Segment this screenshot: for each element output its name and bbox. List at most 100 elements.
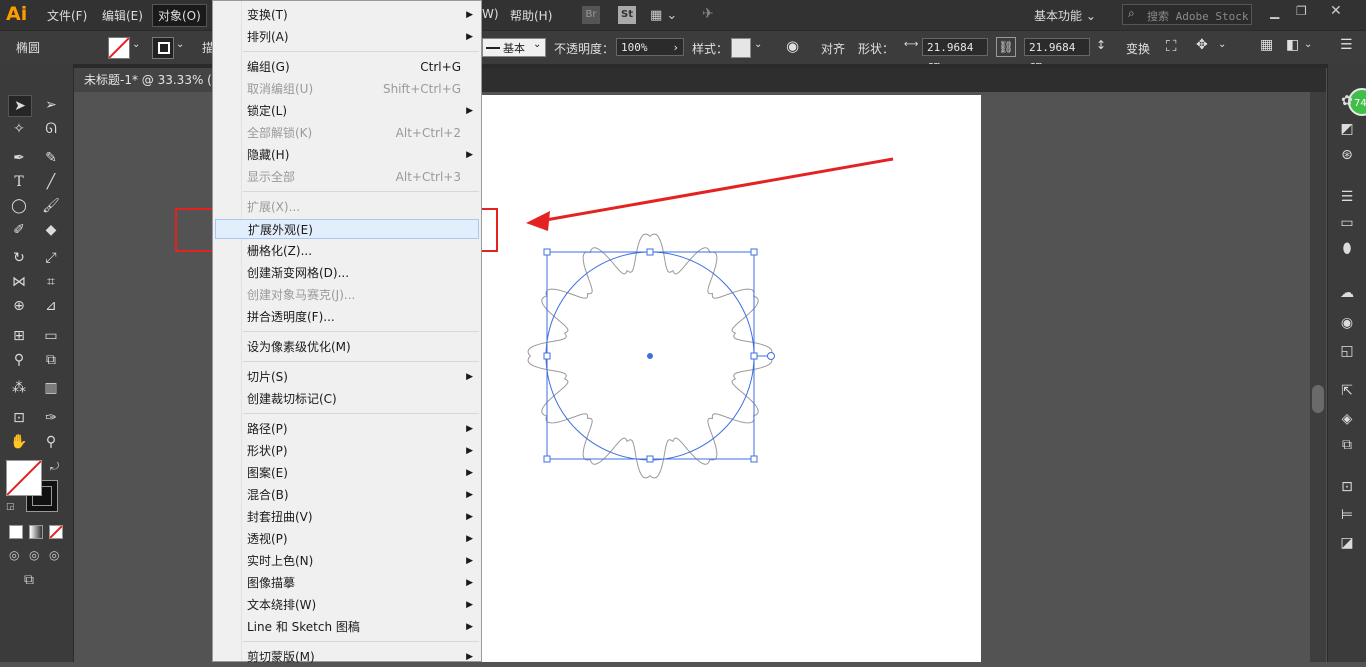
symbols-icon[interactable]: ⬮	[1338, 240, 1356, 258]
magic-wand-tool-icon[interactable]: ✧	[8, 119, 30, 139]
menu-item[interactable]: 文本绕排(W) ▶	[247, 595, 475, 615]
eyedropper-tool-icon[interactable]: ⚲	[8, 350, 30, 370]
graphic-styles-icon[interactable]: ◱	[1338, 342, 1356, 360]
screen-mode-icon[interactable]: ⧉	[24, 572, 34, 588]
layers-icon[interactable]: ◈	[1338, 410, 1356, 428]
minimize-window-icon[interactable]: ▁	[1270, 5, 1279, 19]
color-guide-icon[interactable]: ✿	[1338, 92, 1356, 110]
bridge-icon[interactable]: Br	[582, 6, 600, 24]
zoom-tool-icon[interactable]: ⚲	[40, 432, 62, 452]
menu-object[interactable]: 对象(O)	[152, 4, 207, 27]
blend-tool-icon[interactable]: ⧉	[40, 350, 62, 370]
rotate-tool-icon[interactable]: ↻	[8, 248, 30, 268]
mesh-tool-icon[interactable]: ⊞	[8, 326, 30, 346]
default-fill-stroke-icon[interactable]: ◲	[6, 502, 15, 512]
menu-item[interactable]: 切片(S) ▶	[247, 367, 475, 387]
handle-top-right[interactable]	[750, 248, 758, 256]
scrollbar-thumb[interactable]	[1312, 385, 1324, 413]
arrange-icon[interactable]: ▦	[1260, 37, 1273, 53]
shape-builder-tool-icon[interactable]: ⊕	[8, 296, 30, 316]
pathfinder-icon[interactable]: ◧	[1286, 37, 1299, 53]
swatches-icon[interactable]: ☰	[1338, 188, 1356, 206]
curvature-tool-icon[interactable]: ✎	[40, 148, 62, 168]
menu-item[interactable]: 图案(E) ▶	[247, 463, 475, 483]
restore-window-icon[interactable]: ❐	[1296, 4, 1307, 18]
handle-top-left[interactable]	[543, 248, 551, 256]
stroke-style-dropdown[interactable]: 基本 ⌄	[482, 38, 546, 57]
width-input[interactable]: 21.9684 cm	[922, 38, 988, 72]
menu-item[interactable]: 透视(P) ▶	[247, 529, 475, 549]
stroke-swatch[interactable]	[152, 37, 174, 59]
menu-item[interactable]: 变换(T) ▶	[247, 5, 475, 25]
symbol-sprayer-tool-icon[interactable]: ⁂	[8, 378, 30, 398]
gpu-performance-icon[interactable]: ✈	[702, 6, 714, 22]
height-input[interactable]: 21.9684 cm	[1024, 38, 1090, 72]
none-mode-icon[interactable]	[49, 525, 63, 539]
selection-tool-icon[interactable]: ➤	[8, 95, 32, 117]
line-segment-tool-icon[interactable]: ╱	[40, 172, 62, 192]
slice-tool-icon[interactable]: ✑	[40, 408, 62, 428]
menu-item[interactable]: 排列(A) ▶	[247, 27, 475, 47]
artboard-tool-icon[interactable]: ⊡	[8, 408, 30, 428]
handle-bottom-right[interactable]	[750, 455, 758, 463]
menu-item[interactable]: 创建渐变网格(D)...	[247, 263, 475, 283]
menu-file[interactable]: 文件(F)	[47, 7, 87, 24]
brushes-icon[interactable]: ▭	[1338, 214, 1356, 232]
artboards-icon[interactable]: ⧉	[1338, 436, 1356, 454]
menu-item[interactable]: 创建裁切标记(C)	[247, 389, 475, 409]
handle-top[interactable]	[646, 248, 654, 256]
arrange-documents-icon[interactable]: ▦ ⌄	[650, 8, 677, 23]
document-tab[interactable]: 未标题-1* @ 33.33% (	[74, 68, 224, 92]
pie-widget-handle[interactable]	[767, 352, 775, 360]
pathfinder-panel-icon[interactable]: ◪	[1338, 534, 1356, 552]
direct-selection-tool-icon[interactable]: ➢	[40, 95, 62, 115]
perspective-grid-tool-icon[interactable]: ⊿	[40, 296, 62, 316]
chevron-down-icon[interactable]: ⌄	[1218, 39, 1226, 50]
handle-bottom[interactable]	[646, 455, 654, 463]
width-tool-icon[interactable]: ⋈	[8, 272, 30, 292]
gradient-tool-icon[interactable]: ▭	[40, 326, 62, 346]
menu-item[interactable]: 图像描摹 ▶	[247, 573, 475, 593]
chevron-down-icon[interactable]: ⌄	[1304, 39, 1312, 50]
menu-item[interactable]: 设为像素级优化(M)	[247, 337, 475, 357]
shaper-tool-icon[interactable]: ✐	[8, 220, 30, 240]
menu-item[interactable]: 编组(G) Ctrl+G	[247, 57, 475, 77]
cc-libraries-icon[interactable]: ☁	[1338, 284, 1356, 302]
menu-item[interactable]: 实时上色(N) ▶	[247, 551, 475, 571]
hand-tool-icon[interactable]: ✋	[8, 432, 30, 452]
align-panel-icon[interactable]: ⊨	[1338, 506, 1356, 524]
menu-item[interactable]: 形状(P) ▶	[247, 441, 475, 461]
paintbrush-tool-icon[interactable]: 🖌	[40, 196, 62, 216]
fill-swatch[interactable]	[108, 37, 130, 59]
opacity-input[interactable]: 100% ›	[616, 38, 684, 56]
lasso-tool-icon[interactable]: ᘏ	[40, 119, 62, 139]
column-graph-tool-icon[interactable]: ▥	[40, 378, 62, 398]
color-mode-icon[interactable]	[9, 525, 23, 539]
menu-item[interactable]: 路径(P) ▶	[247, 419, 475, 439]
export-icon[interactable]: ⇱	[1338, 382, 1356, 400]
pen-tool-icon[interactable]: ✒	[8, 148, 30, 168]
scale-tool-icon[interactable]: ⤢	[40, 248, 62, 268]
vertical-scrollbar[interactable]	[1310, 92, 1326, 662]
draw-behind-icon[interactable]: ◎	[29, 548, 39, 562]
close-window-icon[interactable]: ✕	[1330, 3, 1342, 19]
menu-item[interactable]: 锁定(L) ▶	[247, 101, 475, 121]
handle-left[interactable]	[543, 352, 551, 360]
puppet-warp-icon[interactable]: ✥	[1196, 37, 1208, 53]
handle-bottom-left[interactable]	[543, 455, 551, 463]
menu-edit[interactable]: 编辑(E)	[102, 7, 143, 24]
color-panel-icon[interactable]: ◩	[1338, 120, 1356, 138]
color-themes-icon[interactable]: ⊛	[1338, 146, 1356, 164]
transform-panel-icon[interactable]: ⊡	[1338, 478, 1356, 496]
isolate-icon[interactable]: ⛶	[1166, 37, 1177, 55]
appearance-icon[interactable]: ◉	[1338, 314, 1356, 332]
transform-button[interactable]: 变换	[1126, 40, 1150, 57]
menu-item[interactable]: 混合(B) ▶	[247, 485, 475, 505]
menu-item[interactable]: 隐藏(H) ▶	[247, 145, 475, 165]
constrain-proportions-icon[interactable]: ⛓	[996, 37, 1016, 57]
recolor-artwork-icon[interactable]: ◉	[786, 37, 799, 55]
ellipse-tool-icon[interactable]: ◯	[8, 196, 30, 216]
free-transform-tool-icon[interactable]: ⌗	[40, 272, 62, 292]
menu-item[interactable]: 栅格化(Z)...	[247, 241, 475, 261]
graphic-style-swatch[interactable]	[731, 38, 751, 58]
